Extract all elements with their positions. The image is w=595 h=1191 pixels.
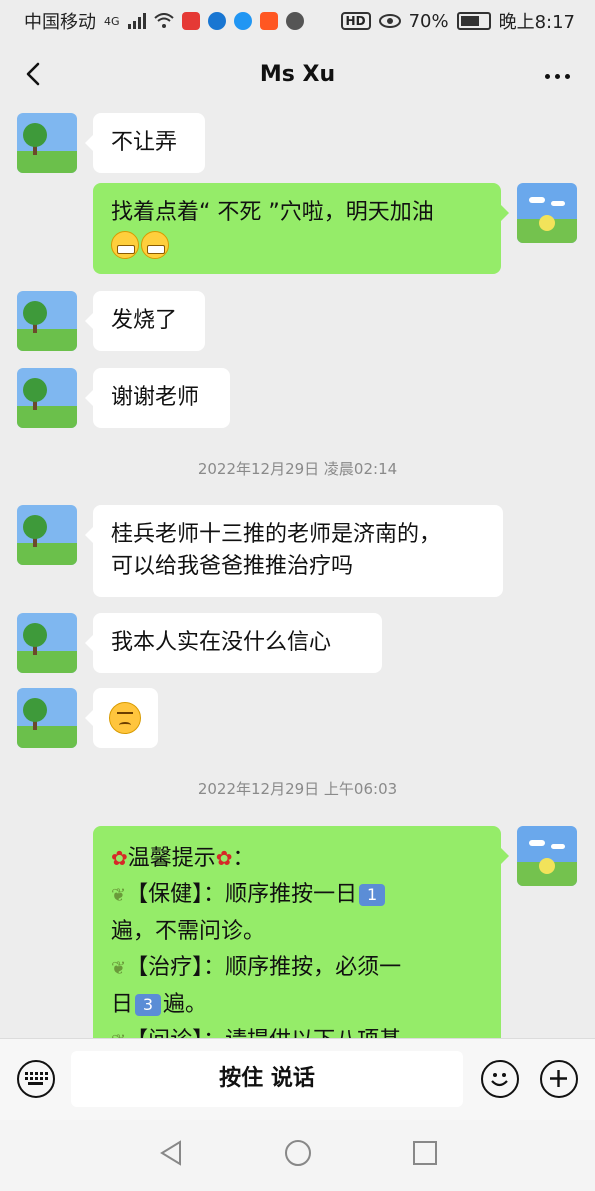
triangle-back-icon [160, 1140, 181, 1166]
message-bubble[interactable] [85, 688, 158, 748]
nav-recents-button[interactable] [410, 1138, 440, 1172]
input-bar: 按住 说话 [0, 1038, 595, 1121]
tips-line-treatment: 【治疗】：顺序推按，必须一 [126, 955, 402, 980]
circle-app-icon [233, 12, 252, 30]
landscape-avatar-icon [17, 291, 77, 351]
battery-percent: 70% [408, 10, 449, 32]
battery-icon [456, 12, 491, 30]
contact-avatar[interactable] [17, 613, 77, 673]
self-avatar[interactable] [517, 183, 577, 243]
nav-back-button[interactable] [156, 1138, 186, 1172]
message-text: 我本人实在没什么信心 [111, 630, 332, 655]
message-bubble[interactable]: 不让弄 [85, 113, 205, 173]
signal-icon [127, 13, 146, 29]
dot-icon [564, 73, 570, 79]
carrier-label: 中国移动 [24, 12, 96, 33]
more-options-button[interactable] [537, 56, 577, 96]
landscape-avatar-icon [17, 368, 77, 428]
rose-icon: ✿ [215, 846, 233, 870]
square-recents-icon [413, 1141, 437, 1165]
tips-title: 温馨提示 [127, 846, 216, 871]
landscape-avatar-icon [17, 688, 77, 748]
timestamp: 2022年12月29日 上午06:03 [197, 780, 398, 798]
landscape-avatar-icon [17, 505, 77, 565]
message-text-line1: 桂兵老师十三推的老师是济南的， [111, 522, 442, 547]
tips-line-treatment-suffix: 遍。 [163, 992, 208, 1017]
circle-home-icon [285, 1140, 311, 1166]
system-nav-bar [0, 1120, 595, 1191]
mic-app-icon [181, 12, 200, 30]
message-bubble[interactable]: ✿温馨提示✿： ❦【保健】：顺序推按一日 1 遍，不需问诊。 ❦【治疗】：顺序推按… [93, 826, 509, 1038]
leaf-icon: ❦ [111, 958, 127, 979]
status-left: 中国移动 4G [24, 8, 304, 34]
emoji-button[interactable] [481, 1060, 519, 1098]
cloud-app-icon [207, 12, 226, 30]
tips-line-treatment-prefix: 日 [111, 992, 134, 1017]
message-bubble[interactable]: 桂兵老师十三推的老师是济南的， 可以给我爸爸推推治疗吗 [85, 505, 503, 597]
frustrated-emoji-icon [109, 702, 141, 734]
wifi-icon [153, 13, 174, 28]
keyboard-toggle-button[interactable] [17, 1060, 55, 1098]
leaf-icon: ❦ [111, 1031, 126, 1038]
message-text: 不让弄 [111, 130, 178, 155]
grin-emoji-icon [111, 231, 139, 259]
contact-avatar[interactable] [17, 368, 77, 428]
message-text: 发烧了 [111, 308, 178, 333]
contact-avatar[interactable] [17, 505, 77, 565]
message-list[interactable]: 不让弄 找着点着“ 不死 ”穴啦，明天加油 发烧了 谢谢老师 2022年12月2… [0, 110, 595, 1038]
message-bubble[interactable]: 谢谢老师 [85, 368, 230, 428]
keycap-one-icon: 1 [359, 884, 386, 906]
keyboard-icon [25, 1072, 48, 1085]
message-bubble[interactable]: 我本人实在没什么信心 [85, 613, 382, 673]
status-right: HD 70% 晚上8:17 [340, 8, 575, 34]
message-text-line2: 可以给我爸爸推推治疗吗 [111, 554, 354, 579]
rose-icon: ✿ [111, 846, 128, 870]
tips-line-health: 【保健】：顺序推按一日 [126, 882, 358, 907]
hd-icon: HD [340, 12, 371, 30]
dot-icon [544, 73, 550, 79]
hold-to-talk-button[interactable]: 按住 说话 [71, 1051, 463, 1107]
contact-avatar[interactable] [17, 688, 77, 748]
landscape-avatar-icon [17, 613, 77, 673]
chat-app-icon [285, 12, 304, 30]
grin-emoji-icon [141, 231, 169, 259]
news-app-icon [259, 12, 278, 30]
eye-icon [378, 14, 401, 28]
status-bar: 中国移动 4G HD 70% 晚上8:17 [0, 0, 595, 40]
contact-avatar[interactable] [17, 291, 77, 351]
timestamp: 2022年12月29日 凌晨02:14 [197, 460, 398, 478]
chat-header: Ms Xu [0, 40, 595, 110]
landscape-avatar-icon [517, 183, 577, 243]
leaf-icon: ❦ [111, 885, 127, 906]
landscape-avatar-icon [517, 826, 577, 886]
message-bubble[interactable]: 发烧了 [85, 291, 205, 351]
emoji-icon [491, 1073, 508, 1087]
dot-icon [554, 73, 560, 79]
message-bubble[interactable]: 找着点着“ 不死 ”穴啦，明天加油 [93, 183, 509, 274]
tips-line-health-2: 遍，不需问诊。 [111, 919, 266, 944]
message-text: 找着点着“ 不死 ”穴啦，明天加油 [111, 200, 434, 225]
message-text: 谢谢老师 [111, 385, 200, 410]
plus-button[interactable] [540, 1060, 578, 1098]
self-avatar[interactable] [517, 826, 577, 886]
nav-home-button[interactable] [283, 1138, 313, 1172]
network-label: 4G [104, 14, 120, 28]
keycap-three-icon: 3 [135, 994, 162, 1016]
clock: 晚上8:17 [498, 12, 575, 33]
tips-line-consult: 【问诊】：请提供以下八项基 [126, 1028, 401, 1038]
chat-title: Ms Xu [259, 62, 336, 87]
contact-avatar[interactable] [17, 113, 77, 173]
plus-icon [550, 1070, 567, 1087]
landscape-avatar-icon [17, 113, 77, 173]
